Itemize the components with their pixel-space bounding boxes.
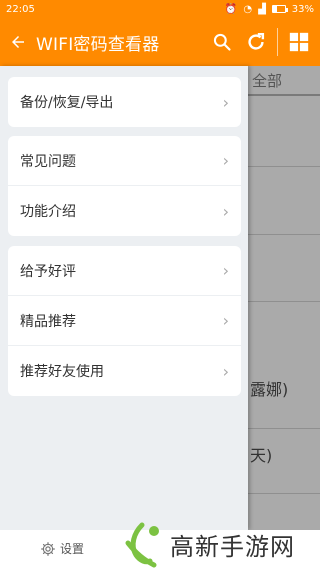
list-divider (248, 166, 320, 167)
grid-icon[interactable] (286, 28, 312, 56)
drawer-item-faq[interactable]: 常见问题 › (8, 136, 241, 186)
drawer-item-backup-restore-export[interactable]: 备份/恢复/导出 › (8, 77, 241, 127)
drawer-item-label: 给予好评 (20, 263, 76, 280)
appbar-divider (277, 28, 278, 56)
list-divider (248, 301, 320, 302)
watermark: 高新手游网 (120, 520, 320, 569)
app-title: WIFI密码查看器 (36, 34, 160, 55)
background-list: 全部 露娜) 天) (248, 66, 320, 569)
drawer-item-label: 常见问题 (20, 153, 76, 170)
search-icon[interactable] (209, 28, 235, 56)
drawer-item-share-with-friends[interactable]: 推荐好友使用 › (8, 346, 241, 396)
list-divider (248, 234, 320, 235)
refresh-icon[interactable] (243, 28, 269, 56)
gear-icon (41, 541, 55, 556)
drawer-item-rate[interactable]: 给予好评 › (8, 246, 241, 296)
watermark-text: 高新手游网 (170, 533, 295, 561)
drawer-item-label: 精品推荐 (20, 313, 76, 330)
watermark-logo-icon (125, 522, 159, 567)
list-divider (248, 428, 320, 429)
chevron-right-icon: › (222, 151, 229, 170)
back-arrow-icon[interactable] (0, 18, 36, 66)
chevron-right-icon: › (222, 311, 229, 330)
drawer-group-help: 常见问题 › 功能介绍 › (8, 136, 241, 236)
drawer-item-label: 功能介绍 (20, 204, 76, 220)
drawer-group-share: 给予好评 › 精品推荐 › 推荐好友使用 › (8, 246, 241, 396)
battery-percent: 33% (291, 3, 314, 15)
status-bar: 22:05 ⏰ ◔ ▟ 33% (0, 0, 320, 18)
settings-label: 设置 (60, 542, 85, 556)
alarm-icon: ⏰ (224, 3, 238, 15)
drawer-item-features[interactable]: 功能介绍 › (8, 186, 241, 236)
drawer-group-backup: 备份/恢复/导出 › (8, 77, 241, 127)
navigation-drawer: 备份/恢复/导出 › 常见问题 › 功能介绍 › 给予好评 › 精品推荐 › 推… (0, 66, 248, 530)
list-divider (248, 493, 320, 494)
chevron-right-icon: › (222, 201, 229, 221)
settings-button[interactable]: 设置 (40, 540, 84, 557)
list-item-partial-text: 露娜) (250, 380, 289, 399)
wifi-signal-icon: ◔ (243, 3, 253, 15)
drawer-item-label: 推荐好友使用 (20, 364, 104, 380)
chevron-right-icon: › (222, 92, 229, 112)
list-item-partial-text: 天) (250, 446, 273, 465)
chevron-right-icon: › (222, 361, 229, 381)
drawer-item-recommended-apps[interactable]: 精品推荐 › (8, 296, 241, 346)
cell-signal-icon: ▟ (258, 3, 266, 15)
chevron-right-icon: › (222, 261, 229, 280)
drawer-item-label: 备份/恢复/导出 (20, 95, 114, 111)
appbar-actions (209, 28, 320, 56)
battery-icon (271, 5, 288, 13)
app-bar: WIFI密码查看器 (0, 18, 320, 66)
status-time: 22:05 (6, 3, 35, 15)
tab-all: 全部 (248, 66, 320, 96)
status-indicators: ⏰ ◔ ▟ 33% (225, 4, 314, 15)
